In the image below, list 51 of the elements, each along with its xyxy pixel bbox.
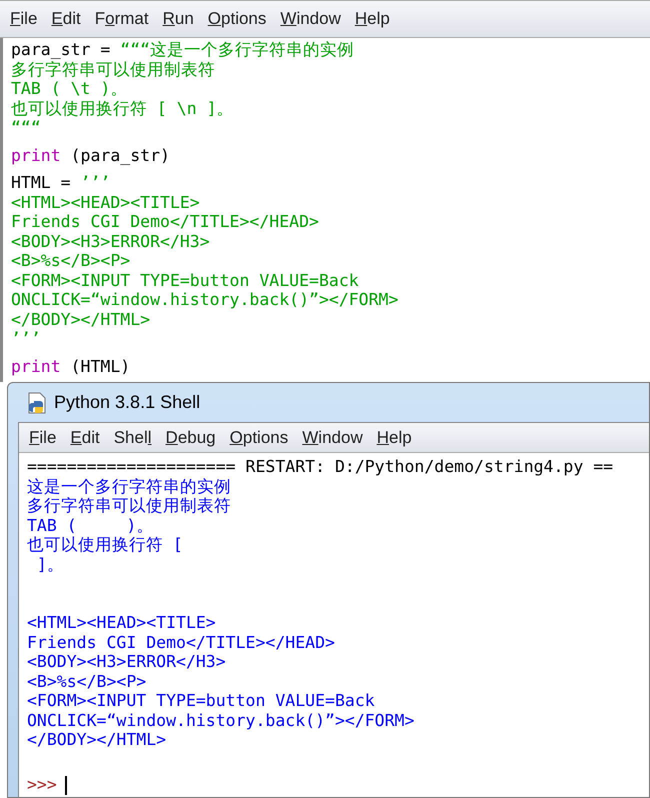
output-line: ===================== RESTART: D:/Python/demo/string4.py ==: [27, 457, 614, 476]
code-text: “““: [11, 118, 41, 137]
python-file-icon: [26, 390, 48, 414]
code-text: ONCLICK=“window.history.back()”></FORM>: [11, 290, 398, 309]
output-line: 这是一个多行字符串的实例: [27, 476, 231, 496]
shell-prompt: >>>: [27, 774, 57, 796]
code-text: print: [11, 146, 61, 164]
code-text: <HTML><HEAD><TITLE>: [11, 192, 200, 212]
code-text: HTML =: [11, 173, 72, 192]
menu-item[interactable]: Format: [88, 6, 156, 32]
code-text: </BODY></HTML>: [11, 310, 150, 328]
menu-item[interactable]: Options: [200, 6, 274, 32]
menu-item[interactable]: Edit: [44, 6, 88, 32]
code-text: “““这是一个多行字符串的实例: [120, 40, 354, 59]
code-text: 多行字符串可以使用制表符: [11, 60, 215, 78]
output-line: TAB ( )。: [27, 516, 154, 535]
code-text: <FORM><INPUT TYPE=button VALUE=Back: [11, 270, 359, 290]
code-text: 也可以使用换行符 [ \n ]。: [11, 98, 234, 118]
menu-item[interactable]: Window: [273, 6, 348, 32]
code-text: TAB ( \t )。: [11, 79, 128, 98]
code-text: <BODY><H3>ERROR</H3>: [11, 232, 210, 250]
menu-item[interactable]: Run: [156, 6, 201, 32]
output-line: ]。: [36, 554, 64, 574]
text-cursor: [64, 776, 67, 794]
code-text: para_str =: [11, 40, 112, 59]
output-line: <FORM><INPUT TYPE=button VALUE=Back: [27, 691, 375, 710]
output-line: </BODY></HTML>: [27, 730, 166, 750]
menu-item[interactable]: Window: [295, 424, 370, 450]
output-line: ONCLICK=“window.history.back()”></FORM>: [27, 710, 414, 730]
code-text: ’’’: [11, 329, 41, 348]
menu-item[interactable]: Edit: [63, 424, 107, 450]
code-text: print: [11, 356, 61, 376]
output-line: <BODY><H3>ERROR</H3>: [27, 652, 226, 672]
code-text: ’’’: [80, 173, 110, 192]
code-text: (para_str): [70, 146, 170, 164]
code-text: (HTML): [70, 356, 130, 376]
code-text: <B>%s</B><P>: [11, 251, 130, 270]
output-line: <HTML><HEAD><TITLE>: [27, 613, 216, 632]
output-line: <B>%s</B><P>: [27, 672, 146, 691]
output-line: Friends CGI Demo</TITLE></HEAD>: [27, 632, 335, 652]
menu-item[interactable]: Help: [348, 6, 397, 32]
output-line: 也可以使用换行符 [: [27, 535, 183, 554]
output-line: 多行字符串可以使用制表符: [27, 496, 231, 516]
code-text: Friends CGI Demo</TITLE></HEAD>: [11, 212, 319, 231]
menu-item[interactable]: Options: [222, 424, 296, 450]
menu-item[interactable]: File: [22, 424, 64, 450]
menu-item[interactable]: Debug: [158, 424, 223, 450]
menu-item[interactable]: File: [3, 6, 44, 32]
menu-item[interactable]: Help: [370, 424, 419, 450]
window-title: Python 3.8.1 Shell: [54, 391, 200, 414]
menu-item[interactable]: Shell: [106, 424, 159, 450]
